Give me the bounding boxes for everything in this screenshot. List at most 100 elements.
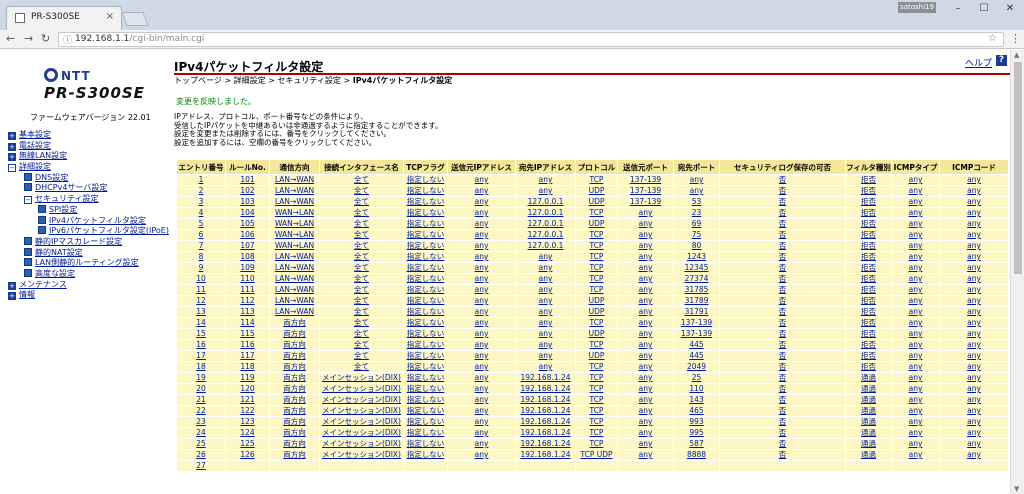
- table-cell[interactable]: any: [617, 350, 674, 362]
- table-cell[interactable]: any: [891, 207, 940, 219]
- table-cell[interactable]: 両方向: [269, 449, 320, 461]
- table-row[interactable]: 5 105 WAN→LAN 全て 指定しない any 127.0.0.1 UDP any 69 否拒…: [176, 218, 1009, 230]
- table-cell[interactable]: メインセッション(DIX): [319, 449, 404, 461]
- table-cell[interactable]: 465: [673, 405, 720, 417]
- table-cell[interactable]: TCP: [575, 405, 618, 417]
- table-cell[interactable]: LAN→WAN: [269, 284, 320, 296]
- table-cell[interactable]: 全て: [319, 273, 404, 285]
- table-cell[interactable]: 否: [719, 295, 846, 307]
- info-icon[interactable]: ⓘ: [63, 33, 72, 46]
- sidebar-item[interactable]: + メンテナンス: [8, 280, 168, 291]
- table-cell[interactable]: TCP: [575, 427, 618, 439]
- sidebar-item[interactable]: − セキュリティ設定: [8, 194, 168, 205]
- table-cell[interactable]: any: [447, 262, 516, 274]
- table-row[interactable]: 6 106 WAN→LAN 全て 指定しない any 127.0.0.1 TCP any 75 否拒…: [176, 229, 1009, 241]
- table-cell[interactable]: any: [447, 405, 516, 417]
- table-cell[interactable]: [319, 460, 404, 472]
- table-cell[interactable]: any: [447, 229, 516, 241]
- page-icon[interactable]: [24, 247, 32, 256]
- table-cell[interactable]: any: [939, 262, 1009, 274]
- table-cell[interactable]: 全て: [319, 207, 404, 219]
- table-cell[interactable]: 137-139: [673, 328, 720, 340]
- table-row[interactable]: 11 111 LAN→WAN 全て 指定しない any any TCP any 31785 否拒否 a…: [176, 284, 1009, 296]
- table-cell[interactable]: TCP: [575, 251, 618, 263]
- table-cell[interactable]: any: [447, 449, 516, 461]
- table-cell[interactable]: 全て: [319, 229, 404, 241]
- table-cell[interactable]: any: [447, 361, 516, 373]
- table-cell[interactable]: TCP UDP: [575, 449, 618, 461]
- table-cell[interactable]: 通過: [845, 416, 892, 428]
- table-cell[interactable]: 通過: [845, 372, 892, 384]
- table-cell[interactable]: 2: [176, 185, 226, 197]
- table-cell[interactable]: 31789: [673, 295, 720, 307]
- table-cell[interactable]: メインセッション(DIX): [319, 383, 404, 395]
- table-cell[interactable]: any: [891, 174, 940, 186]
- table-cell[interactable]: any: [515, 284, 576, 296]
- table-cell[interactable]: 両方向: [269, 339, 320, 351]
- table-cell[interactable]: 否: [719, 185, 846, 197]
- table-cell[interactable]: UDP: [575, 306, 618, 318]
- table-cell[interactable]: 否: [719, 207, 846, 219]
- table-cell[interactable]: any: [617, 240, 674, 252]
- table-cell[interactable]: 111: [225, 284, 270, 296]
- table-cell[interactable]: any: [939, 361, 1009, 373]
- table-cell[interactable]: 否: [719, 350, 846, 362]
- table-cell[interactable]: 拒否: [845, 229, 892, 241]
- table-cell[interactable]: any: [939, 438, 1009, 450]
- table-cell[interactable]: any: [939, 185, 1009, 197]
- table-cell[interactable]: 指定しない: [403, 383, 448, 395]
- table-cell[interactable]: any: [617, 405, 674, 417]
- table-cell[interactable]: 137-139: [617, 174, 674, 186]
- table-cell[interactable]: 指定しない: [403, 251, 448, 263]
- table-cell[interactable]: 192.168.1.24: [515, 405, 576, 417]
- table-cell[interactable]: 両方向: [269, 438, 320, 450]
- table-cell[interactable]: 指定しない: [403, 229, 448, 241]
- table-cell[interactable]: any: [939, 218, 1009, 230]
- table-cell[interactable]: 指定しない: [403, 449, 448, 461]
- table-cell[interactable]: any: [617, 273, 674, 285]
- table-cell[interactable]: UDP: [575, 185, 618, 197]
- table-cell[interactable]: any: [891, 262, 940, 274]
- table-cell[interactable]: any: [891, 185, 940, 197]
- table-cell[interactable]: 143: [673, 394, 720, 406]
- table-cell[interactable]: 445: [673, 350, 720, 362]
- table-cell[interactable]: 否: [719, 229, 846, 241]
- table-cell[interactable]: any: [617, 317, 674, 329]
- table-cell[interactable]: 両方向: [269, 350, 320, 362]
- table-row[interactable]: 25 125 両方向 メインセッション(DIX) 指定しない any 192.168.1.2…: [176, 438, 1009, 450]
- table-cell[interactable]: any: [617, 427, 674, 439]
- sidebar-item-label[interactable]: 基本設定: [19, 130, 51, 139]
- table-cell[interactable]: any: [617, 339, 674, 351]
- sidebar-item-label[interactable]: メンテナンス: [19, 280, 67, 289]
- table-cell[interactable]: any: [939, 405, 1009, 417]
- table-cell[interactable]: any: [891, 394, 940, 406]
- minimize-icon[interactable]: –: [946, 2, 970, 16]
- sidebar-item[interactable]: 静的NAT設定: [8, 247, 168, 259]
- sidebar-item[interactable]: LAN側静的ルーティング設定: [8, 258, 168, 269]
- table-cell[interactable]: 否: [719, 394, 846, 406]
- table-cell[interactable]: 119: [225, 372, 270, 384]
- table-cell[interactable]: any: [891, 317, 940, 329]
- table-cell[interactable]: LAN→WAN: [269, 273, 320, 285]
- table-cell[interactable]: [515, 460, 576, 472]
- table-cell[interactable]: 25: [673, 372, 720, 384]
- table-cell[interactable]: 10: [176, 273, 226, 285]
- table-cell[interactable]: [617, 460, 674, 472]
- sidebar-item[interactable]: DNS設定: [8, 172, 168, 184]
- table-cell[interactable]: 122: [225, 405, 270, 417]
- table-cell[interactable]: [403, 460, 448, 472]
- table-cell[interactable]: LAN→WAN: [269, 185, 320, 197]
- table-cell[interactable]: any: [447, 328, 516, 340]
- table-cell[interactable]: 拒否: [845, 306, 892, 318]
- table-cell[interactable]: any: [891, 218, 940, 230]
- table-cell[interactable]: any: [447, 350, 516, 362]
- table-cell[interactable]: 113: [225, 306, 270, 318]
- page-icon[interactable]: [24, 236, 32, 245]
- table-cell[interactable]: 否: [719, 383, 846, 395]
- table-cell[interactable]: 全て: [319, 240, 404, 252]
- sidebar-item[interactable]: 高度な設定: [8, 268, 168, 280]
- table-cell[interactable]: 17: [176, 350, 226, 362]
- table-cell[interactable]: LAN→WAN: [269, 295, 320, 307]
- scrollbar[interactable]: ▲ ▼: [1010, 50, 1024, 494]
- table-cell[interactable]: 31791: [673, 306, 720, 318]
